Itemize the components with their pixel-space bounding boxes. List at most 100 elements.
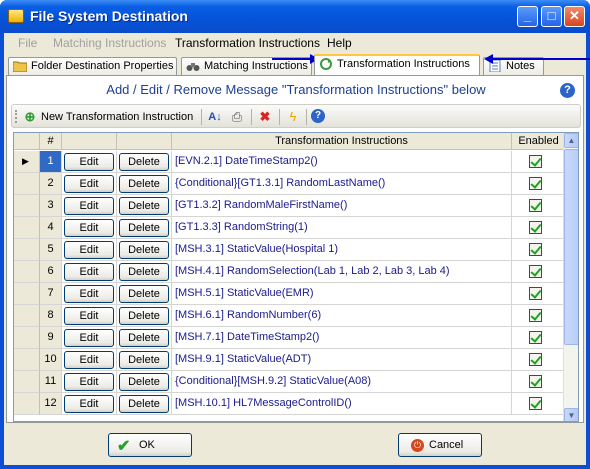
instruction-cell[interactable]: [GT1.3.3] RandomString(1) — [172, 217, 512, 239]
close-button[interactable]: ✕ — [564, 6, 585, 27]
cancel-button[interactable]: ⏻ Cancel — [398, 433, 482, 457]
delete-button[interactable]: Delete — [119, 285, 169, 303]
delete-button[interactable]: Delete — [119, 329, 169, 347]
edit-button[interactable]: Edit — [64, 241, 114, 259]
lightning-icon[interactable]: ϟ — [285, 109, 301, 125]
table-row[interactable]: 12 Edit Delete [MSH.10.1] HL7MessageControl… — [14, 393, 566, 415]
delete-button[interactable]: Delete — [119, 395, 169, 413]
row-header[interactable] — [14, 195, 40, 217]
instruction-cell[interactable]: [MSH.3.1] StaticValue(Hospital 1) — [172, 239, 512, 261]
edit-button[interactable]: Edit — [64, 373, 114, 391]
delete-button[interactable]: Delete — [119, 351, 169, 369]
title-bar[interactable]: File System Destination _ □ ✕ — [0, 0, 590, 33]
folder-icon — [13, 61, 27, 72]
row-header[interactable] — [14, 283, 40, 305]
enabled-checkbox[interactable] — [529, 243, 542, 256]
delete-button[interactable]: Delete — [119, 197, 169, 215]
edit-button[interactable]: Edit — [64, 307, 114, 325]
table-row[interactable]: 3 Edit Delete [GT1.3.2] RandomMaleFirstName… — [14, 195, 566, 217]
edit-button[interactable]: Edit — [64, 219, 114, 237]
menu-matching-instructions[interactable]: Matching Instructions — [53, 36, 166, 50]
row-header[interactable] — [14, 239, 40, 261]
add-icon[interactable]: ⊕ — [22, 109, 38, 125]
minimize-button[interactable]: _ — [517, 6, 538, 27]
row-header[interactable] — [14, 261, 40, 283]
enabled-checkbox[interactable] — [529, 287, 542, 300]
table-row[interactable]: 6 Edit Delete [MSH.4.1] RandomSelection(Lab… — [14, 261, 566, 283]
row-header[interactable] — [14, 173, 40, 195]
sort-icon[interactable]: A↓ — [207, 109, 223, 125]
edit-button[interactable]: Edit — [64, 197, 114, 215]
tab-transformation-instructions[interactable]: Transformation Instructions — [314, 54, 480, 75]
edit-button[interactable]: Edit — [64, 395, 114, 413]
table-row[interactable]: 7 Edit Delete [MSH.5.1] StaticValue(EMR) — [14, 283, 566, 305]
table-row[interactable]: 11 Edit Delete {Conditional}[MSH.9.2] Stati… — [14, 371, 566, 393]
scroll-down-button[interactable]: ▼ — [564, 408, 578, 421]
edit-button[interactable]: Edit — [64, 329, 114, 347]
table-row[interactable]: 9 Edit Delete [MSH.7.1] DateTimeStamp2() — [14, 327, 566, 349]
table-row[interactable]: 10 Edit Delete [MSH.9.1] StaticValue(ADT) — [14, 349, 566, 371]
delete-button[interactable]: Delete — [119, 373, 169, 391]
delete-icon[interactable]: ✖ — [257, 109, 273, 125]
enabled-checkbox[interactable] — [529, 221, 542, 234]
row-header[interactable] — [14, 371, 40, 393]
row-header[interactable]: ▶ — [14, 151, 40, 173]
row-header[interactable] — [14, 217, 40, 239]
new-transformation-button[interactable]: New Transformation Instruction — [41, 109, 193, 125]
edit-button[interactable]: Edit — [64, 153, 114, 171]
print-icon[interactable]: ⎙ — [229, 109, 245, 125]
scroll-up-button[interactable]: ▲ — [564, 133, 578, 148]
edit-button[interactable]: Edit — [64, 285, 114, 303]
column-header-enabled[interactable]: Enabled — [512, 133, 566, 150]
menu-transformation-instructions[interactable]: Transformation Instructions — [175, 36, 320, 50]
instruction-cell[interactable]: [MSH.10.1] HL7MessageControlID() — [172, 393, 512, 415]
enabled-checkbox[interactable] — [529, 265, 542, 278]
row-header[interactable] — [14, 393, 40, 415]
menu-file[interactable]: File — [18, 36, 37, 50]
enabled-checkbox[interactable] — [529, 155, 542, 168]
menu-help[interactable]: Help — [327, 36, 352, 50]
instruction-cell[interactable]: [MSH.9.1] StaticValue(ADT) — [172, 349, 512, 371]
enabled-checkbox[interactable] — [529, 397, 542, 410]
edit-button[interactable]: Edit — [64, 175, 114, 193]
vertical-scrollbar[interactable]: ▲ ▼ — [563, 133, 578, 421]
delete-button[interactable]: Delete — [119, 263, 169, 281]
maximize-button[interactable]: □ — [541, 6, 562, 27]
delete-button[interactable]: Delete — [119, 307, 169, 325]
help-icon[interactable]: ? — [560, 83, 575, 98]
instruction-cell[interactable]: [MSH.5.1] StaticValue(EMR) — [172, 283, 512, 305]
table-row[interactable]: 8 Edit Delete [MSH.6.1] RandomNumber(6) — [14, 305, 566, 327]
column-header-instructions[interactable]: Transformation Instructions — [172, 133, 512, 150]
enabled-checkbox[interactable] — [529, 375, 542, 388]
enabled-checkbox[interactable] — [529, 331, 542, 344]
edit-button[interactable]: Edit — [64, 263, 114, 281]
enabled-checkbox[interactable] — [529, 199, 542, 212]
row-header[interactable] — [14, 349, 40, 371]
enabled-checkbox[interactable] — [529, 353, 542, 366]
instruction-cell[interactable]: [MSH.6.1] RandomNumber(6) — [172, 305, 512, 327]
enabled-checkbox[interactable] — [529, 309, 542, 322]
instruction-cell[interactable]: {Conditional}[GT1.3.1] RandomLastName() — [172, 173, 512, 195]
delete-button[interactable]: Delete — [119, 219, 169, 237]
edit-button[interactable]: Edit — [64, 351, 114, 369]
table-row[interactable]: 5 Edit Delete [MSH.3.1] StaticValue(Hospita… — [14, 239, 566, 261]
delete-button[interactable]: Delete — [119, 175, 169, 193]
instruction-cell[interactable]: {Conditional}[MSH.9.2] StaticValue(A08) — [172, 371, 512, 393]
row-header[interactable] — [14, 327, 40, 349]
row-header[interactable] — [14, 305, 40, 327]
ok-button[interactable]: ✔ OK — [108, 433, 192, 457]
tab-folder-destination-properties[interactable]: Folder Destination Properties — [8, 57, 177, 75]
table-row[interactable]: 4 Edit Delete [GT1.3.3] RandomString(1) — [14, 217, 566, 239]
instruction-cell[interactable]: [GT1.3.2] RandomMaleFirstName() — [172, 195, 512, 217]
instruction-cell[interactable]: [EVN.2.1] DateTimeStamp2() — [172, 151, 512, 173]
column-header-number[interactable]: # — [40, 133, 62, 150]
table-row[interactable]: ▶ 1 Edit Delete [EVN.2.1] DateTimeStamp2() — [14, 151, 566, 173]
delete-button[interactable]: Delete — [119, 241, 169, 259]
delete-button[interactable]: Delete — [119, 153, 169, 171]
help-icon[interactable]: ? — [311, 109, 327, 125]
table-row[interactable]: 2 Edit Delete {Conditional}[GT1.3.1] Random… — [14, 173, 566, 195]
instruction-cell[interactable]: [MSH.4.1] RandomSelection(Lab 1, Lab 2, … — [172, 261, 512, 283]
enabled-checkbox[interactable] — [529, 177, 542, 190]
scroll-thumb[interactable] — [564, 149, 578, 345]
instruction-cell[interactable]: [MSH.7.1] DateTimeStamp2() — [172, 327, 512, 349]
